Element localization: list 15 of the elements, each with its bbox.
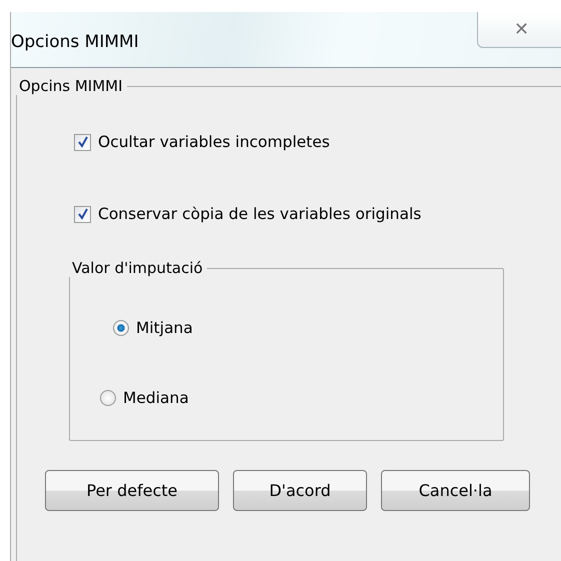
dialog-button[interactable]: Per defecte bbox=[45, 470, 219, 511]
checkbox-label: Conservar còpia de les variables originals bbox=[98, 205, 422, 223]
radio-label: Mitjana bbox=[136, 319, 193, 337]
checkbox-label: Ocultar variables incompletes bbox=[98, 133, 330, 151]
window-title: Opcions MIMMI bbox=[11, 32, 139, 52]
checkbox[interactable] bbox=[74, 134, 91, 150]
group-legend: Opcins MIMMI bbox=[15, 77, 127, 95]
dialog-button[interactable]: Cancel·la bbox=[381, 470, 530, 511]
close-button[interactable]: ✕ bbox=[477, 12, 561, 48]
dialog-button[interactable]: D'acord bbox=[233, 470, 367, 511]
checkbox[interactable] bbox=[74, 206, 91, 222]
group-legend: Valor d'imputació bbox=[68, 259, 207, 277]
radio-label: Mediana bbox=[123, 389, 189, 407]
radio-button[interactable] bbox=[113, 320, 129, 336]
radio-button[interactable] bbox=[100, 390, 116, 406]
